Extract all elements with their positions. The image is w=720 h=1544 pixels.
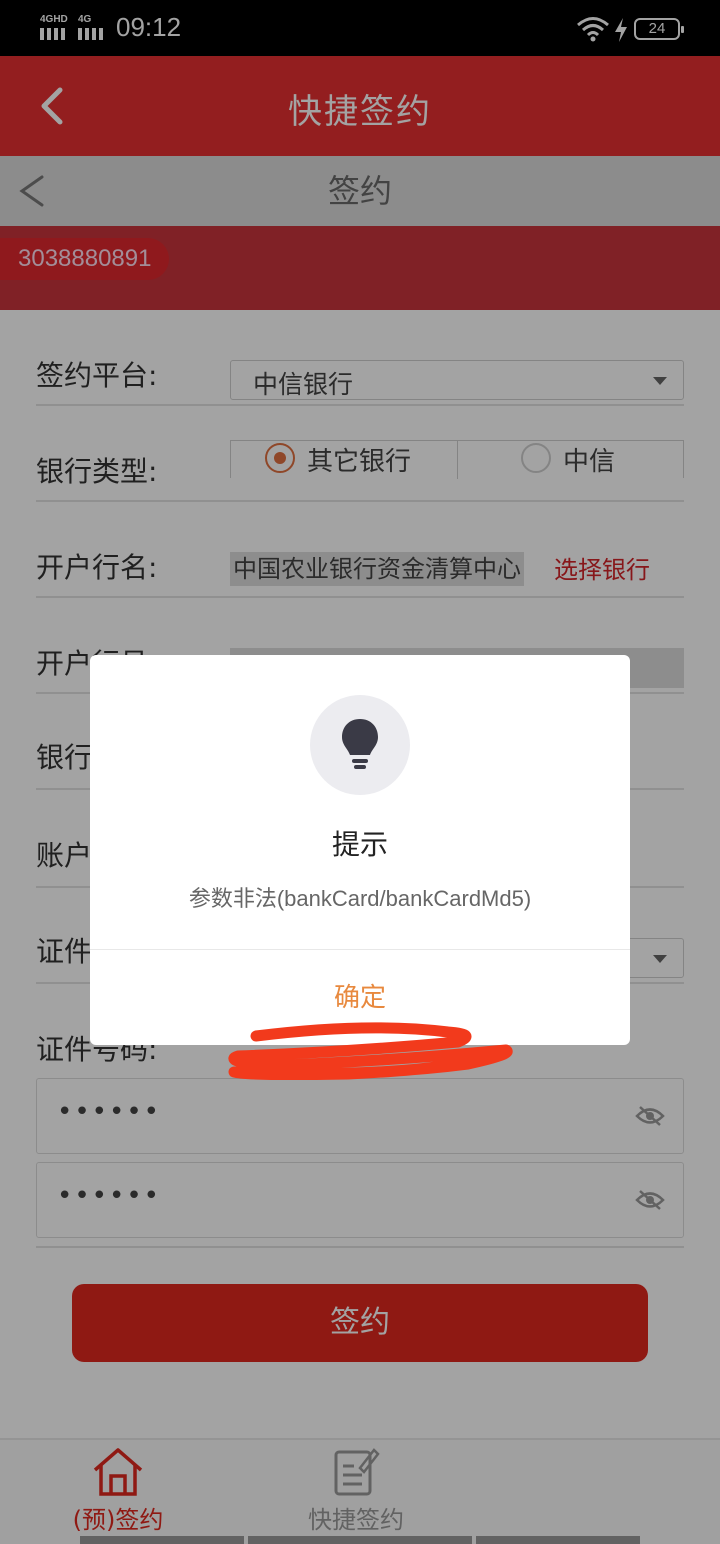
dialog-message: 参数非法(bankCard/bankCardMd5) <box>188 886 532 911</box>
lightbulb-icon <box>310 695 410 795</box>
dialog-divider <box>90 949 630 950</box>
redaction-scribble <box>228 1022 513 1080</box>
alert-dialog: 提示 参数非法(bankCard/bankCardMd5) 确定 <box>90 655 630 1045</box>
dialog-title: 提示 <box>331 828 388 861</box>
confirm-button[interactable]: 确定 <box>90 977 630 1014</box>
